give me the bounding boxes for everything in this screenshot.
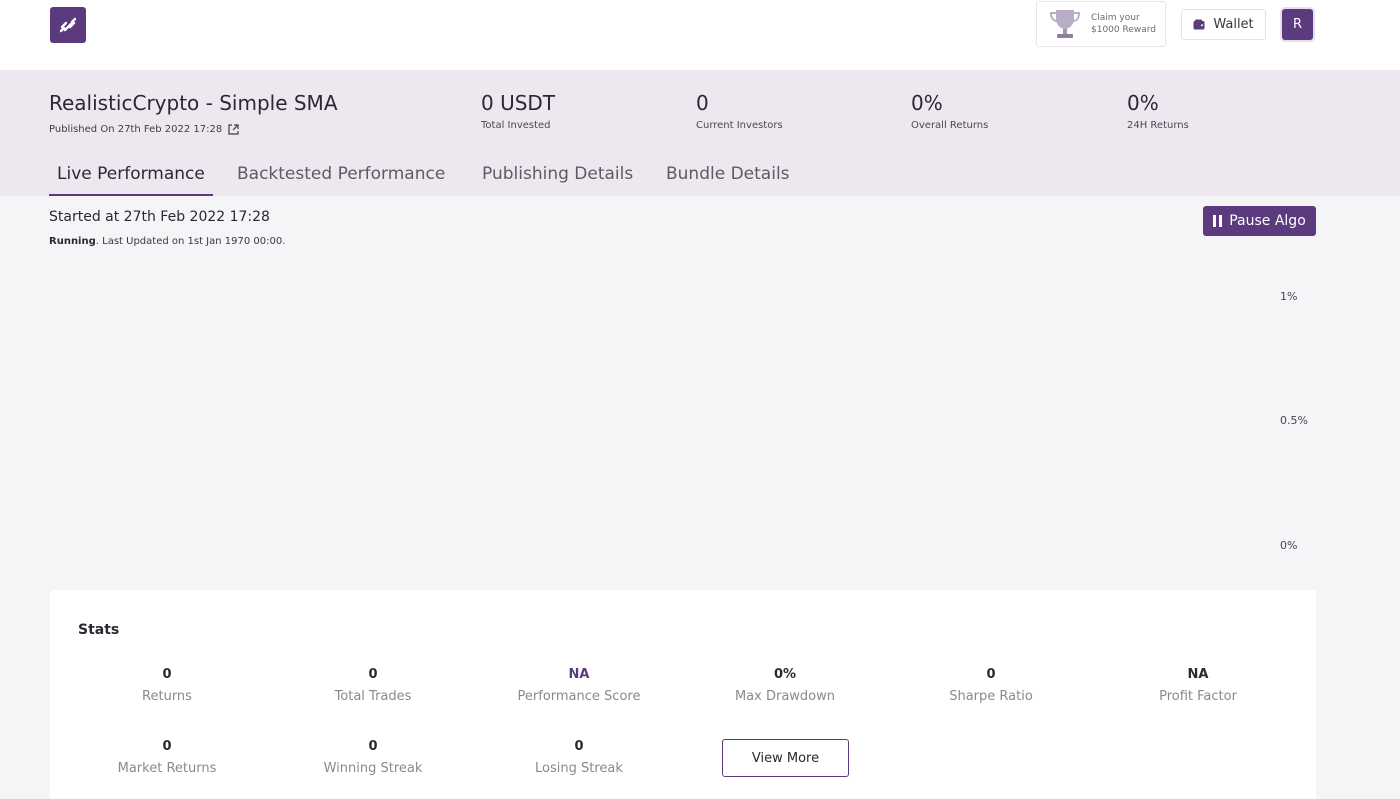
metric-value: 0%: [911, 91, 943, 115]
metric-total-invested: 0 USDT Total Invested: [481, 91, 555, 131]
metric-label: Current Investors: [696, 120, 783, 131]
stat-label: Performance Score: [517, 689, 641, 704]
stat-sharpe-ratio: 0 Sharpe Ratio: [891, 667, 1091, 704]
stat-returns: 0 Returns: [67, 667, 267, 704]
published-date: Published On 27th Feb 2022 17:28: [49, 124, 223, 135]
stat-winning-streak: 0 Winning Streak: [273, 739, 473, 776]
metric-value: 0: [696, 91, 709, 115]
running-label: Running: [49, 236, 96, 247]
stat-value: 0: [162, 739, 172, 754]
chain-link-icon: [59, 17, 77, 33]
metric-24h-returns: 0% 24H Returns: [1127, 91, 1189, 131]
stat-value: 0: [368, 667, 378, 682]
reward-line-1: Claim your: [1091, 13, 1140, 23]
metric-current-investors: 0 Current Investors: [696, 91, 783, 131]
tab-live-performance[interactable]: Live Performance: [49, 160, 213, 196]
stat-value: 0: [574, 739, 584, 754]
wallet-label: Wallet: [1213, 17, 1254, 32]
tab-publishing-details[interactable]: Publishing Details: [474, 160, 641, 194]
performance-chart: [49, 260, 1316, 580]
stats-card: Stats 0 Returns 0 Total Trades NA Perfor…: [50, 590, 1316, 799]
stat-losing-streak: 0 Losing Streak: [479, 739, 679, 776]
metric-label: 24H Returns: [1127, 120, 1189, 131]
stat-label: Profit Factor: [1159, 689, 1237, 704]
last-updated: . Last Updated on 1st Jan 1970 00:00.: [95, 236, 286, 247]
view-more-button[interactable]: View More: [722, 739, 849, 777]
y-tick-label: 0.5%: [1280, 414, 1308, 427]
stat-label: Winning Streak: [323, 761, 423, 776]
stat-label: Total Trades: [334, 689, 412, 704]
stats-title: Stats: [78, 622, 120, 638]
algo-title: RealisticCrypto - Simple SMA: [49, 91, 338, 115]
stat-value: NA: [568, 667, 590, 682]
stat-value: 0%: [773, 667, 797, 682]
stat-max-drawdown: 0% Max Drawdown: [685, 667, 885, 704]
y-tick-label: 0%: [1280, 539, 1298, 552]
started-at: Started at 27th Feb 2022 17:28: [49, 209, 270, 225]
pause-icon: [1213, 215, 1223, 227]
stat-performance-score: NA Performance Score: [479, 667, 679, 704]
metric-label: Overall Returns: [911, 120, 989, 131]
stat-value: 0: [162, 667, 172, 682]
stat-value: 0: [368, 739, 378, 754]
stat-label: Sharpe Ratio: [949, 689, 1033, 704]
running-status: Running. Last Updated on 1st Jan 1970 00…: [49, 236, 285, 247]
metric-overall-returns: 0% Overall Returns: [911, 91, 988, 131]
stat-label: Market Returns: [117, 761, 217, 776]
reward-line-2: $1000 Reward: [1091, 25, 1157, 35]
metric-value: 0%: [1127, 91, 1159, 115]
published-info: Published On 27th Feb 2022 17:28: [49, 124, 239, 135]
stat-market-returns: 0 Market Returns: [67, 739, 267, 776]
wallet-icon: [1193, 19, 1205, 30]
stat-total-trades: 0 Total Trades: [273, 667, 473, 704]
tab-bundle-details[interactable]: Bundle Details: [658, 160, 798, 194]
tab-backtested-performance[interactable]: Backtested Performance: [229, 160, 453, 194]
metric-label: Total Invested: [481, 120, 551, 131]
top-navbar: Claim your $1000 Reward Wallet R: [0, 0, 1400, 70]
stat-value: 0: [986, 667, 996, 682]
stat-profit-factor: NA Profit Factor: [1098, 667, 1298, 704]
trophy-icon: [1045, 4, 1085, 44]
stat-label: Losing Streak: [535, 761, 623, 776]
external-link-icon[interactable]: [228, 124, 239, 135]
pause-algo-label: Pause Algo: [1229, 213, 1306, 229]
metric-value: 0 USDT: [481, 91, 556, 115]
user-avatar[interactable]: R: [1282, 9, 1313, 40]
home-logo[interactable]: [50, 7, 86, 43]
wallet-button[interactable]: Wallet: [1181, 9, 1266, 40]
claim-reward-banner[interactable]: Claim your $1000 Reward: [1036, 1, 1166, 47]
pause-algo-button[interactable]: Pause Algo: [1203, 206, 1316, 236]
stat-label: Max Drawdown: [734, 689, 836, 704]
y-tick-label: 1%: [1280, 290, 1298, 303]
stat-value: NA: [1187, 667, 1209, 682]
stat-label: Returns: [142, 689, 192, 704]
